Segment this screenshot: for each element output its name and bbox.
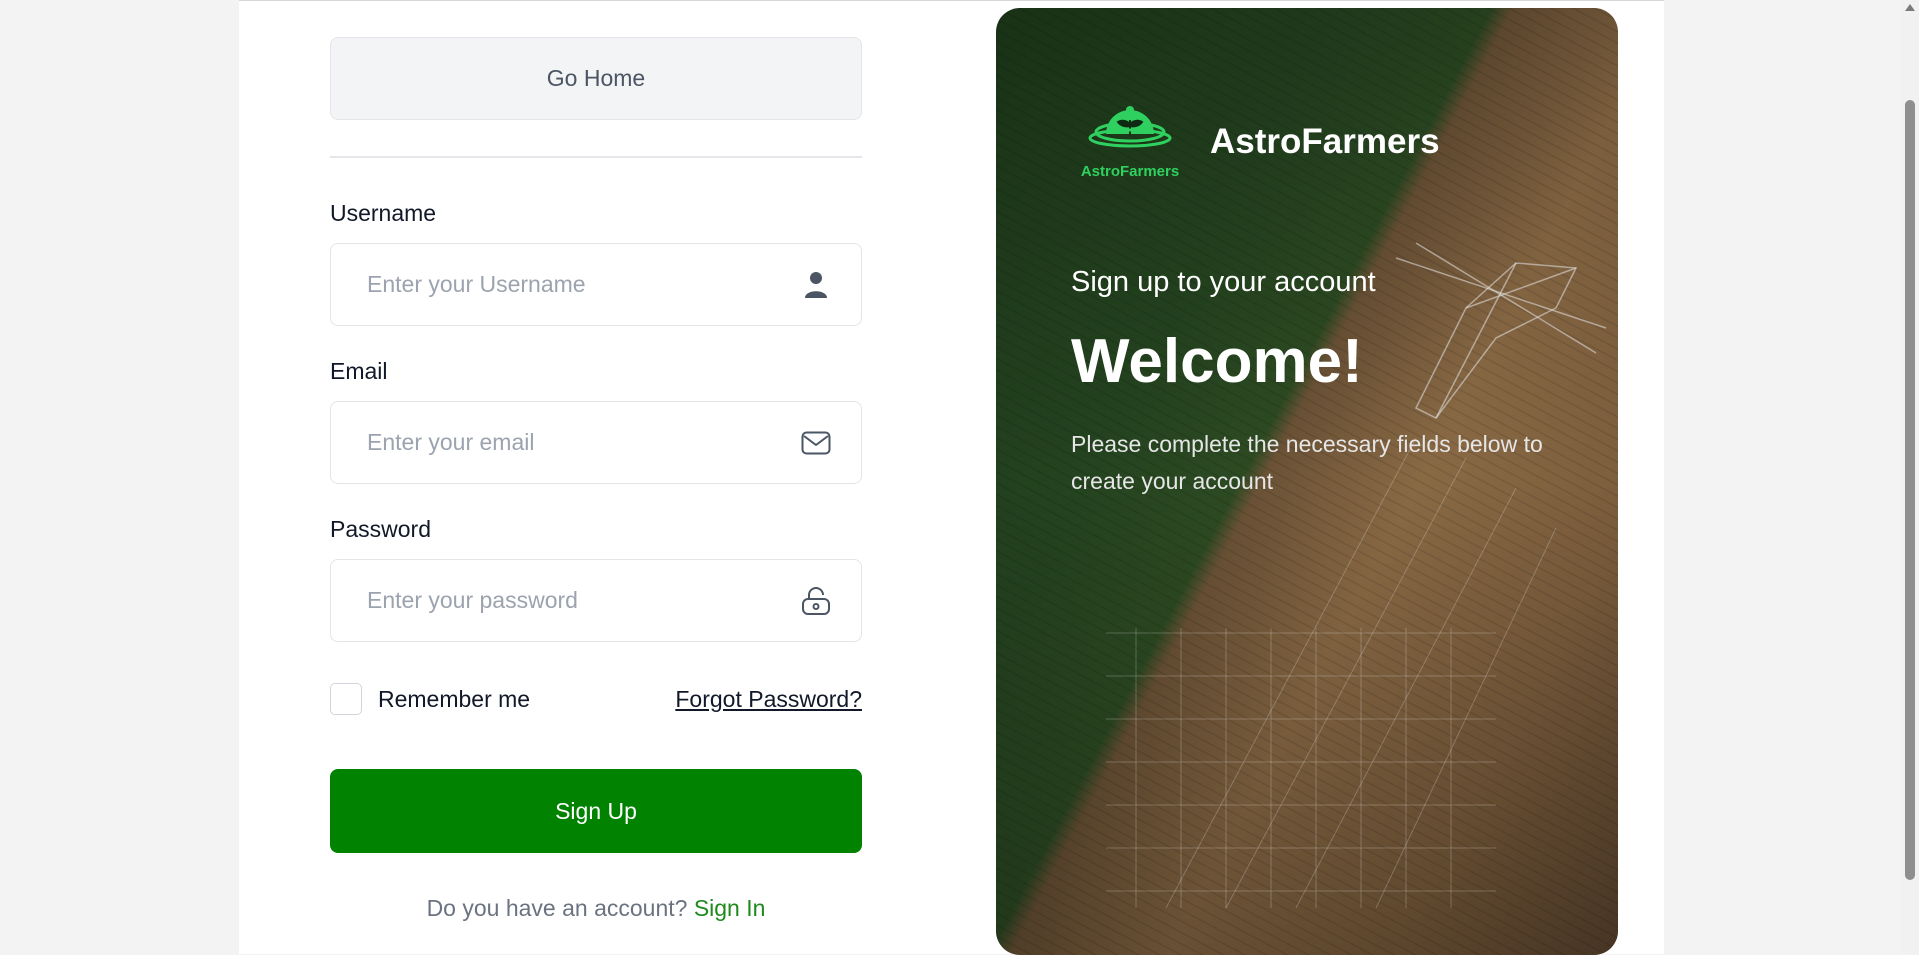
- hero-title: Welcome!: [1071, 327, 1363, 396]
- page-container: Go Home Username Email Password: [239, 0, 1664, 955]
- go-home-button[interactable]: Go Home: [330, 37, 862, 120]
- brand: AstroFarmers AstroFarmers: [1078, 100, 1440, 184]
- divider: [330, 156, 862, 158]
- email-input[interactable]: [331, 402, 861, 483]
- astrofarmers-logo: AstroFarmers: [1081, 106, 1179, 180]
- forgot-password-link[interactable]: Forgot Password?: [675, 686, 862, 713]
- options-row: Remember me Forgot Password?: [330, 682, 862, 716]
- scroll-thumb[interactable]: [1905, 100, 1915, 880]
- remember-me-checkbox[interactable]: [330, 683, 362, 715]
- password-input[interactable]: [331, 560, 861, 641]
- email-label: Email: [330, 358, 388, 384]
- hero-description: Please complete the necessary fields bel…: [1071, 431, 1543, 494]
- sign-up-button[interactable]: Sign Up: [330, 769, 862, 853]
- remember-me-label[interactable]: Remember me: [378, 686, 530, 713]
- remember-me: Remember me: [330, 683, 530, 715]
- logo-text: AstroFarmers: [1081, 163, 1179, 180]
- brand-name: AstroFarmers: [1210, 122, 1440, 161]
- lock-icon: [799, 584, 833, 618]
- signin-row: Do you have an account? Sign In: [330, 895, 862, 922]
- scroll-up-arrow-icon[interactable]: [1905, 4, 1915, 11]
- page-scrollbar[interactable]: [1901, 0, 1919, 954]
- username-field-wrapper: [330, 243, 862, 326]
- hero-panel: AstroFarmers AstroFarmers Sign up to you…: [996, 8, 1618, 955]
- user-icon: [799, 268, 833, 302]
- password-field-wrapper: [330, 559, 862, 642]
- signup-form: Go Home Username Email Password: [330, 37, 862, 922]
- mail-icon: [799, 426, 833, 460]
- signin-prompt: Do you have an account?: [426, 895, 688, 921]
- sign-in-link[interactable]: Sign In: [694, 895, 766, 921]
- username-label: Username: [330, 200, 437, 226]
- email-field-wrapper: [330, 401, 862, 484]
- password-label: Password: [330, 516, 431, 542]
- hero-subtitle: Sign up to your account: [1071, 266, 1376, 298]
- username-input[interactable]: [331, 244, 861, 325]
